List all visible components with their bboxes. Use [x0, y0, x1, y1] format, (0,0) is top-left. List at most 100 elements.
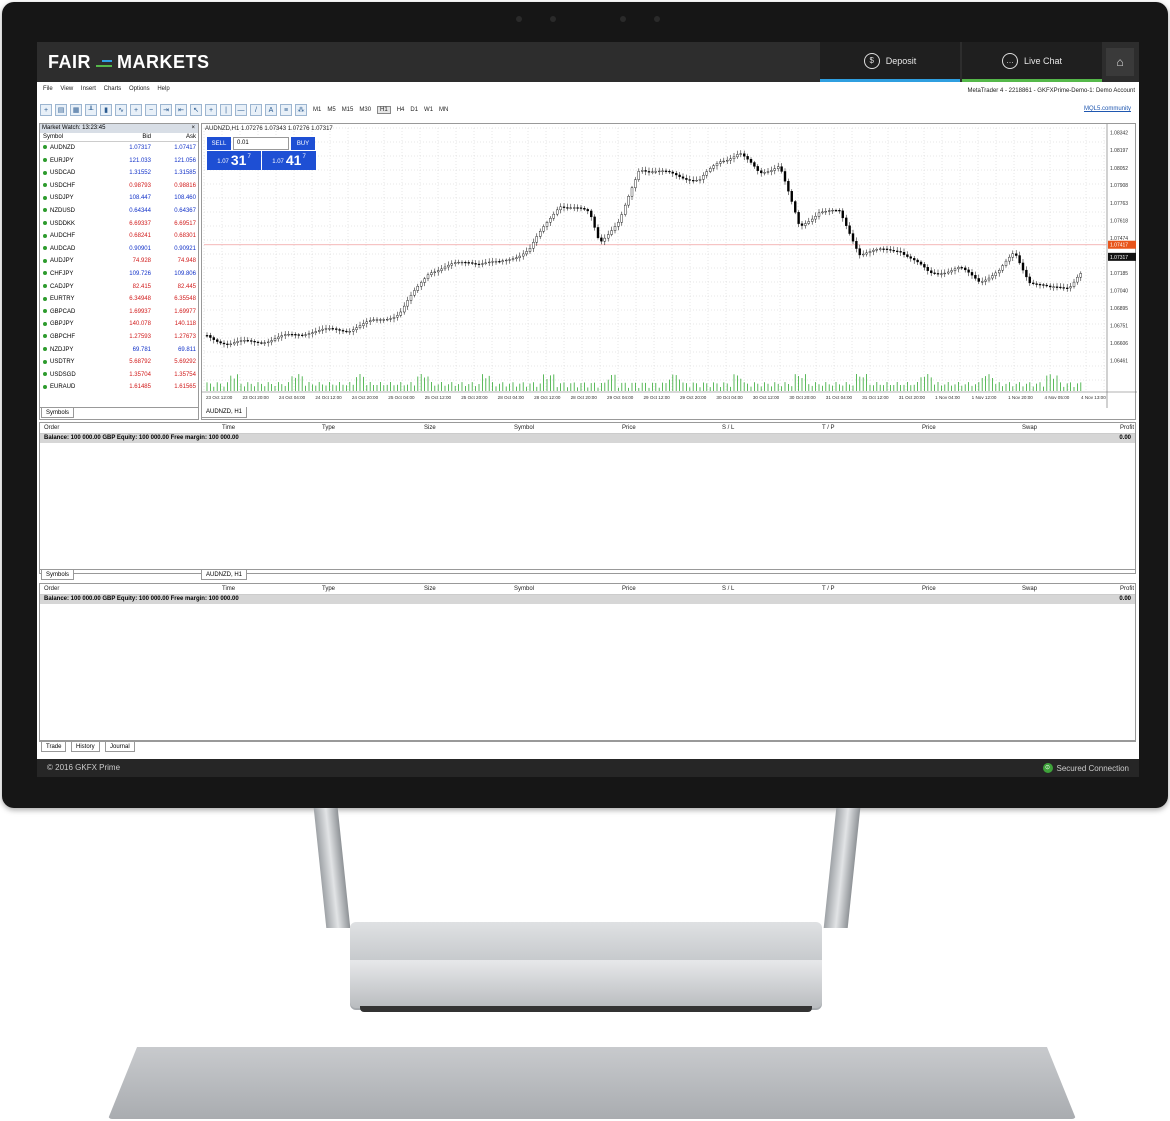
line-chart-icon[interactable]: ∿ [115, 104, 127, 116]
zoom-out-icon[interactable]: − [145, 104, 157, 116]
market-watch-row[interactable]: AUDNZD 1.07317 1.07417 [40, 142, 198, 155]
col-profit[interactable]: Profit [1120, 423, 1134, 434]
market-watch-row[interactable]: GBPCAD 1.69937 1.69977 [40, 306, 198, 319]
candlestick-icon[interactable]: ▮ [100, 104, 112, 116]
col-swap[interactable]: Swap [1022, 423, 1037, 434]
col-size[interactable]: Size [424, 423, 436, 434]
tab-journal[interactable]: Journal [105, 742, 135, 752]
col-profit[interactable]: Profit [1120, 584, 1134, 595]
timeframe-m1[interactable]: M1 [313, 107, 321, 113]
col-type[interactable]: Type [322, 584, 335, 595]
tab-history[interactable]: History [71, 742, 100, 752]
market-watch-row[interactable]: CADJPY 82.415 82.445 [40, 281, 198, 294]
mql5-community-link[interactable]: MQL5.community [1084, 106, 1131, 112]
profiles-icon[interactable]: ▤ [55, 104, 67, 116]
timeframe-d1[interactable]: D1 [410, 107, 418, 113]
timeframe-h4[interactable]: H4 [397, 107, 405, 113]
col-size[interactable]: Size [424, 584, 436, 595]
home-icon[interactable]: ⌂ [1106, 48, 1134, 76]
column-ask[interactable]: Ask [151, 133, 196, 141]
tab-chart-2[interactable]: AUDNZD, H1 [201, 570, 248, 580]
col-price-current[interactable]: Price [922, 423, 936, 434]
sell-button[interactable]: SELL [207, 137, 231, 150]
market-watch-row[interactable]: EURAUD 1.61485 1.61565 [40, 381, 198, 394]
col-tp[interactable]: T / P [822, 423, 835, 434]
col-price[interactable]: Price [622, 584, 636, 595]
col-type[interactable]: Type [322, 423, 335, 434]
col-price-current[interactable]: Price [922, 584, 936, 595]
column-bid[interactable]: Bid [110, 133, 151, 141]
market-watch-row[interactable]: USDDKK 6.69337 6.69517 [40, 218, 198, 231]
market-watch-row[interactable]: GBPJPY 140.078 140.118 [40, 318, 198, 331]
timeframe-w1[interactable]: W1 [424, 107, 433, 113]
timeframe-m5[interactable]: M5 [327, 107, 335, 113]
col-time[interactable]: Time [222, 584, 235, 595]
col-order[interactable]: Order [44, 423, 59, 434]
col-price[interactable]: Price [622, 423, 636, 434]
market-watch-row[interactable]: NZDUSD 0.64344 0.64367 [40, 205, 198, 218]
menu-options[interactable]: Options [129, 86, 150, 92]
sell-quote[interactable]: 1.07 31 7 [207, 151, 261, 170]
col-sl[interactable]: S / L [722, 423, 734, 434]
column-symbol[interactable]: Symbol [40, 133, 110, 141]
market-watch-row[interactable]: USDSGD 1.35704 1.35754 [40, 369, 198, 382]
menu-view[interactable]: View [60, 86, 73, 92]
market-watch-icon[interactable]: ▦ [70, 104, 82, 116]
chart-window[interactable]: 1.08342 1.08197 1.08052 1.07908 1.07763 1.076… [201, 123, 1137, 420]
trendline-icon[interactable]: / [250, 104, 262, 116]
tab-trade[interactable]: Trade [41, 742, 67, 752]
tab-symbols[interactable]: Symbols [41, 408, 75, 418]
market-watch-row[interactable]: EURTRY 6.34948 6.35548 [40, 293, 198, 306]
zoom-in-icon[interactable]: + [130, 104, 142, 116]
tab-symbols-2[interactable]: Symbols [41, 570, 75, 580]
col-sl[interactable]: S / L [722, 584, 734, 595]
market-watch-row[interactable]: GBPCHF 1.27593 1.27673 [40, 331, 198, 344]
new-chart-icon[interactable]: + [40, 104, 52, 116]
cursor-icon[interactable]: ↖ [190, 104, 202, 116]
menu-help[interactable]: Help [157, 86, 169, 92]
col-order[interactable]: Order [44, 584, 59, 595]
col-time[interactable]: Time [222, 423, 235, 434]
col-symbol[interactable]: Symbol [514, 423, 534, 434]
deposit-button[interactable]: $ Deposit [820, 42, 960, 82]
bar-chart-icon[interactable]: ╨ [85, 104, 97, 116]
objects-icon[interactable]: ⁂ [295, 104, 307, 116]
brand-logo[interactable]: FAIR MARKETS [48, 52, 210, 73]
symbol-cell: AUDJPY [40, 255, 110, 268]
timeframe-m30[interactable]: M30 [359, 107, 371, 113]
market-watch-row[interactable]: AUDCAD 0.90901 0.90921 [40, 243, 198, 256]
col-swap[interactable]: Swap [1022, 584, 1037, 595]
market-watch-row[interactable]: EURJPY 121.033 121.056 [40, 155, 198, 168]
buy-quote[interactable]: 1.07 41 7 [262, 151, 316, 170]
close-icon[interactable]: × [191, 124, 195, 133]
timeframe-h1[interactable]: H1 [377, 106, 391, 114]
lot-size-input[interactable]: 0.01 [233, 137, 289, 150]
market-watch-row[interactable]: CHFJPY 109.726 109.806 [40, 268, 198, 281]
price-chart[interactable]: 1.08342 1.08197 1.08052 1.07908 1.07763 1.076… [202, 124, 1137, 408]
market-watch-row[interactable]: USDCHF 0.98793 0.98816 [40, 180, 198, 193]
vertical-line-icon[interactable]: | [220, 104, 232, 116]
market-watch-row[interactable]: AUDJPY 74.928 74.948 [40, 255, 198, 268]
buy-button[interactable]: BUY [291, 137, 315, 150]
market-watch-row[interactable]: AUDCHF 0.68241 0.68301 [40, 230, 198, 243]
market-watch-row[interactable]: NZDJPY 69.781 69.811 [40, 344, 198, 357]
tab-chart-audnzd[interactable]: AUDNZD, H1 [201, 407, 248, 418]
market-watch-row[interactable]: USDJPY 108.447 108.460 [40, 192, 198, 205]
menu-insert[interactable]: Insert [81, 86, 96, 92]
col-symbol[interactable]: Symbol [514, 584, 534, 595]
crosshair-icon[interactable]: + [205, 104, 217, 116]
menu-charts[interactable]: Charts [104, 86, 122, 92]
market-watch-row[interactable]: USDCAD 1.31552 1.31585 [40, 167, 198, 180]
text-icon[interactable]: A [265, 104, 277, 116]
timeframe-m15[interactable]: M15 [342, 107, 354, 113]
timeframe-mn[interactable]: MN [439, 107, 448, 113]
fibonacci-icon[interactable]: ≡ [280, 104, 292, 116]
menu-file[interactable]: File [43, 86, 53, 92]
candle-body [756, 166, 759, 171]
chart-shift-icon[interactable]: ⇤ [175, 104, 187, 116]
live-chat-button[interactable]: … Live Chat [962, 42, 1102, 82]
autoscroll-icon[interactable]: ⇥ [160, 104, 172, 116]
market-watch-row[interactable]: USDTRY 5.68792 5.69292 [40, 356, 198, 369]
horizontal-line-icon[interactable]: — [235, 104, 247, 116]
col-tp[interactable]: T / P [822, 584, 835, 595]
